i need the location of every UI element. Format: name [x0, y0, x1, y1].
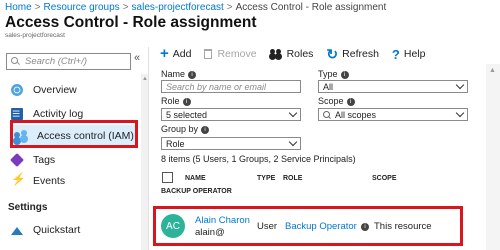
- page-subtitle: sales-projectforecast: [5, 32, 65, 39]
- type-filter-label: Type i: [318, 69, 349, 79]
- info-icon[interactable]: i: [182, 97, 191, 106]
- chevron-down-icon: [288, 108, 298, 118]
- scope-filter-select[interactable]: All scopes: [318, 108, 468, 121]
- roles-label: Roles: [286, 48, 314, 60]
- groupby-label-text: Group by: [161, 124, 199, 134]
- plus-icon: +: [160, 45, 169, 62]
- info-icon[interactable]: i: [201, 125, 210, 134]
- scroll-up-arrow-icon[interactable]: ▲: [142, 76, 148, 82]
- name-filter-placeholder: Search by name or email: [166, 81, 267, 92]
- help-icon: ?: [391, 46, 400, 62]
- sidebar-search-placeholder: Search (Ctrl+/): [25, 56, 88, 67]
- sidebar-item-label: Quickstart: [33, 224, 81, 236]
- type-filter-label-text: Type: [318, 69, 338, 79]
- help-button[interactable]: ? Help: [392, 47, 426, 62]
- page-title: Access Control - Role assignment: [5, 14, 257, 31]
- scope-filter-value: All scopes: [335, 109, 377, 120]
- sidebar-item-label: Activity log: [33, 108, 84, 120]
- chevron-down-icon: [288, 137, 298, 147]
- sidebar-search-input[interactable]: Search (Ctrl+/): [6, 53, 131, 70]
- groupby-select[interactable]: Role: [161, 137, 301, 150]
- roles-button[interactable]: Roles: [269, 48, 314, 60]
- scope-filter-label-text: Scope: [318, 96, 344, 106]
- scroll-up-arrow-icon[interactable]: ▲: [489, 67, 496, 74]
- role-filter-label-text: Role: [161, 96, 180, 106]
- select-all-checkbox[interactable]: [162, 172, 173, 183]
- info-icon[interactable]: i: [188, 70, 197, 79]
- highlight-box-row: [153, 206, 463, 246]
- results-count: 8 items (5 Users, 1 Groups, 2 Service Pr…: [161, 154, 356, 164]
- toolbar: + Add Remove Roles ↻ Refresh ? Help: [160, 44, 438, 64]
- groupby-label: Group by i: [161, 124, 210, 134]
- info-icon[interactable]: i: [346, 97, 355, 106]
- refresh-label: Refresh: [342, 48, 379, 60]
- sidebar-scrollbar[interactable]: ▲: [141, 74, 148, 250]
- breadcrumb-resource-group[interactable]: sales-projectforecast: [132, 2, 224, 13]
- role-filter-value: 5 selected: [166, 109, 208, 120]
- breadcrumb-resource-groups[interactable]: Resource groups: [44, 2, 120, 13]
- search-icon: [323, 110, 331, 119]
- role-filter-label: Role i: [161, 96, 191, 106]
- sidebar-section-settings: Settings: [8, 202, 48, 213]
- highlight-box-iam: [10, 120, 138, 148]
- collapse-sidebar-button[interactable]: «: [134, 52, 140, 64]
- chevron-down-icon: [455, 108, 465, 118]
- type-filter-select[interactable]: All: [318, 80, 468, 93]
- breadcrumb: Home > Resource groups > sales-projectforeca…: [5, 2, 386, 13]
- role-filter-select[interactable]: 5 selected: [161, 108, 301, 121]
- breadcrumb-separator: >: [34, 2, 41, 13]
- breadcrumb-separator: >: [122, 2, 129, 13]
- quickstart-icon: [10, 223, 24, 237]
- sidebar: Search (Ctrl+/) « ▲ Overview Activity lo…: [0, 47, 149, 250]
- sidebar-item-label: Overview: [33, 84, 77, 96]
- column-header-name[interactable]: NAME: [185, 175, 206, 182]
- column-header-role[interactable]: ROLE: [283, 175, 302, 182]
- sidebar-item-label: Tags: [33, 154, 56, 166]
- chevron-down-icon: [455, 80, 465, 90]
- search-icon: [11, 57, 20, 66]
- activity-log-icon: [11, 108, 23, 120]
- sidebar-item-tags[interactable]: Tags: [10, 149, 55, 171]
- add-button[interactable]: + Add: [160, 45, 192, 62]
- tag-icon: [10, 153, 24, 167]
- trash-icon: [204, 49, 213, 59]
- column-header-scope[interactable]: SCOPE: [372, 175, 397, 182]
- scope-filter-label: Scope i: [318, 96, 355, 106]
- name-filter-label: Name i: [161, 69, 197, 79]
- column-header-type[interactable]: TYPE: [257, 175, 275, 182]
- roles-icon: [269, 49, 282, 59]
- overview-icon: [11, 84, 23, 96]
- group-header: BACKUP OPERATOR: [161, 188, 232, 195]
- breadcrumb-current: Access Control - Role assignment: [235, 2, 387, 13]
- main-scrollbar[interactable]: ▲: [486, 64, 500, 250]
- groupby-value: Role: [166, 138, 185, 149]
- refresh-icon: ↻: [326, 46, 339, 62]
- breadcrumb-home[interactable]: Home: [5, 2, 32, 13]
- sidebar-item-events[interactable]: Events: [10, 170, 65, 192]
- sidebar-item-quickstart[interactable]: Quickstart: [10, 219, 80, 241]
- name-filter-input[interactable]: Search by name or email: [161, 80, 301, 93]
- breadcrumb-separator: >: [226, 2, 233, 13]
- name-filter-label-text: Name: [161, 69, 186, 79]
- sidebar-item-overview[interactable]: Overview: [10, 79, 77, 101]
- help-label: Help: [403, 48, 426, 60]
- remove-button[interactable]: Remove: [204, 48, 257, 60]
- remove-label: Remove: [217, 48, 257, 60]
- lightning-icon: [10, 172, 26, 188]
- type-filter-value: All: [323, 81, 334, 92]
- info-icon[interactable]: i: [340, 70, 349, 79]
- sidebar-item-label: Events: [33, 175, 66, 187]
- add-label: Add: [172, 48, 192, 60]
- refresh-button[interactable]: ↻ Refresh: [326, 46, 379, 62]
